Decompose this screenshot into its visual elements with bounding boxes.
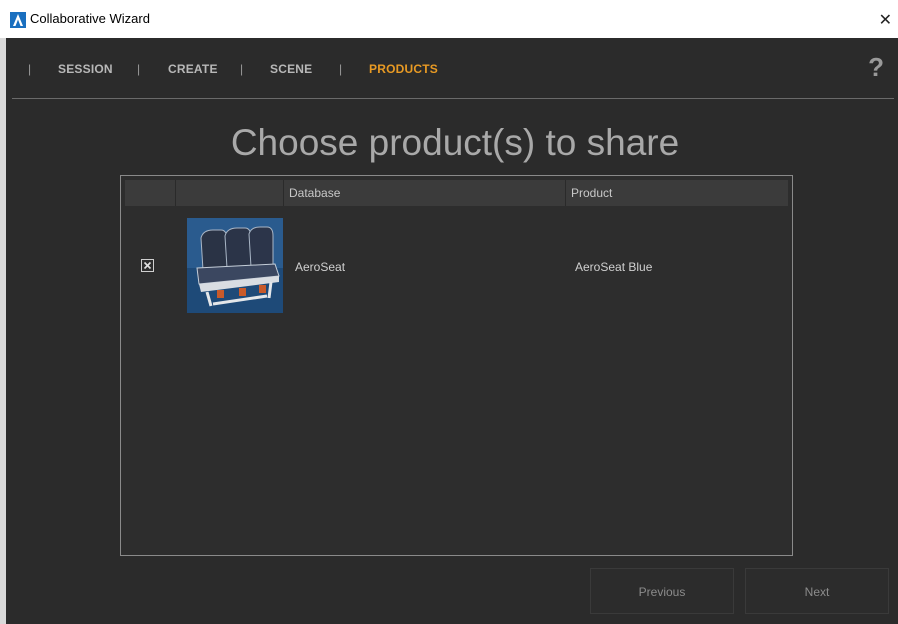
next-button[interactable]: Next [745,568,889,614]
nav-separator: | [28,62,32,76]
column-header-product[interactable]: Product [571,186,612,200]
nav-step-scene[interactable]: SCENE [270,62,312,76]
column-divider [283,180,284,206]
table-header: Database Product [125,180,788,206]
nav-divider [12,98,894,99]
nav-step-products[interactable]: PRODUCTS [369,62,438,76]
nav-separator: | [339,62,343,76]
product-cell: AeroSeat Blue [575,260,653,274]
column-header-database[interactable]: Database [289,186,340,200]
close-icon[interactable]: ✕ [879,10,892,30]
help-button[interactable]: ? [868,52,884,83]
column-divider [565,180,566,206]
column-divider [175,180,176,206]
title-bar: Collaborative Wizard ✕ [0,0,898,38]
products-table: Database Product AeroSeat AeroSeat Blue [120,175,793,556]
wizard-steps-nav: | SESSION | CREATE | SCENE | PRODUCTS ? [6,38,898,98]
app-logo-icon [10,12,26,28]
aircraft-seat-thumbnail [187,218,283,313]
wizard-window: | SESSION | CREATE | SCENE | PRODUCTS ? … [0,38,898,624]
previous-button[interactable]: Previous [590,568,734,614]
database-cell: AeroSeat [295,260,346,274]
nav-step-create[interactable]: CREATE [168,62,218,76]
nav-separator: | [137,62,141,76]
page-title: Choose product(s) to share [230,122,680,163]
window-title: Collaborative Wizard [30,11,150,26]
nav-step-session[interactable]: SESSION [58,62,113,76]
row-select-checkbox[interactable] [141,259,154,272]
table-row[interactable]: AeroSeat AeroSeat Blue [125,214,788,314]
nav-separator: | [240,62,244,76]
